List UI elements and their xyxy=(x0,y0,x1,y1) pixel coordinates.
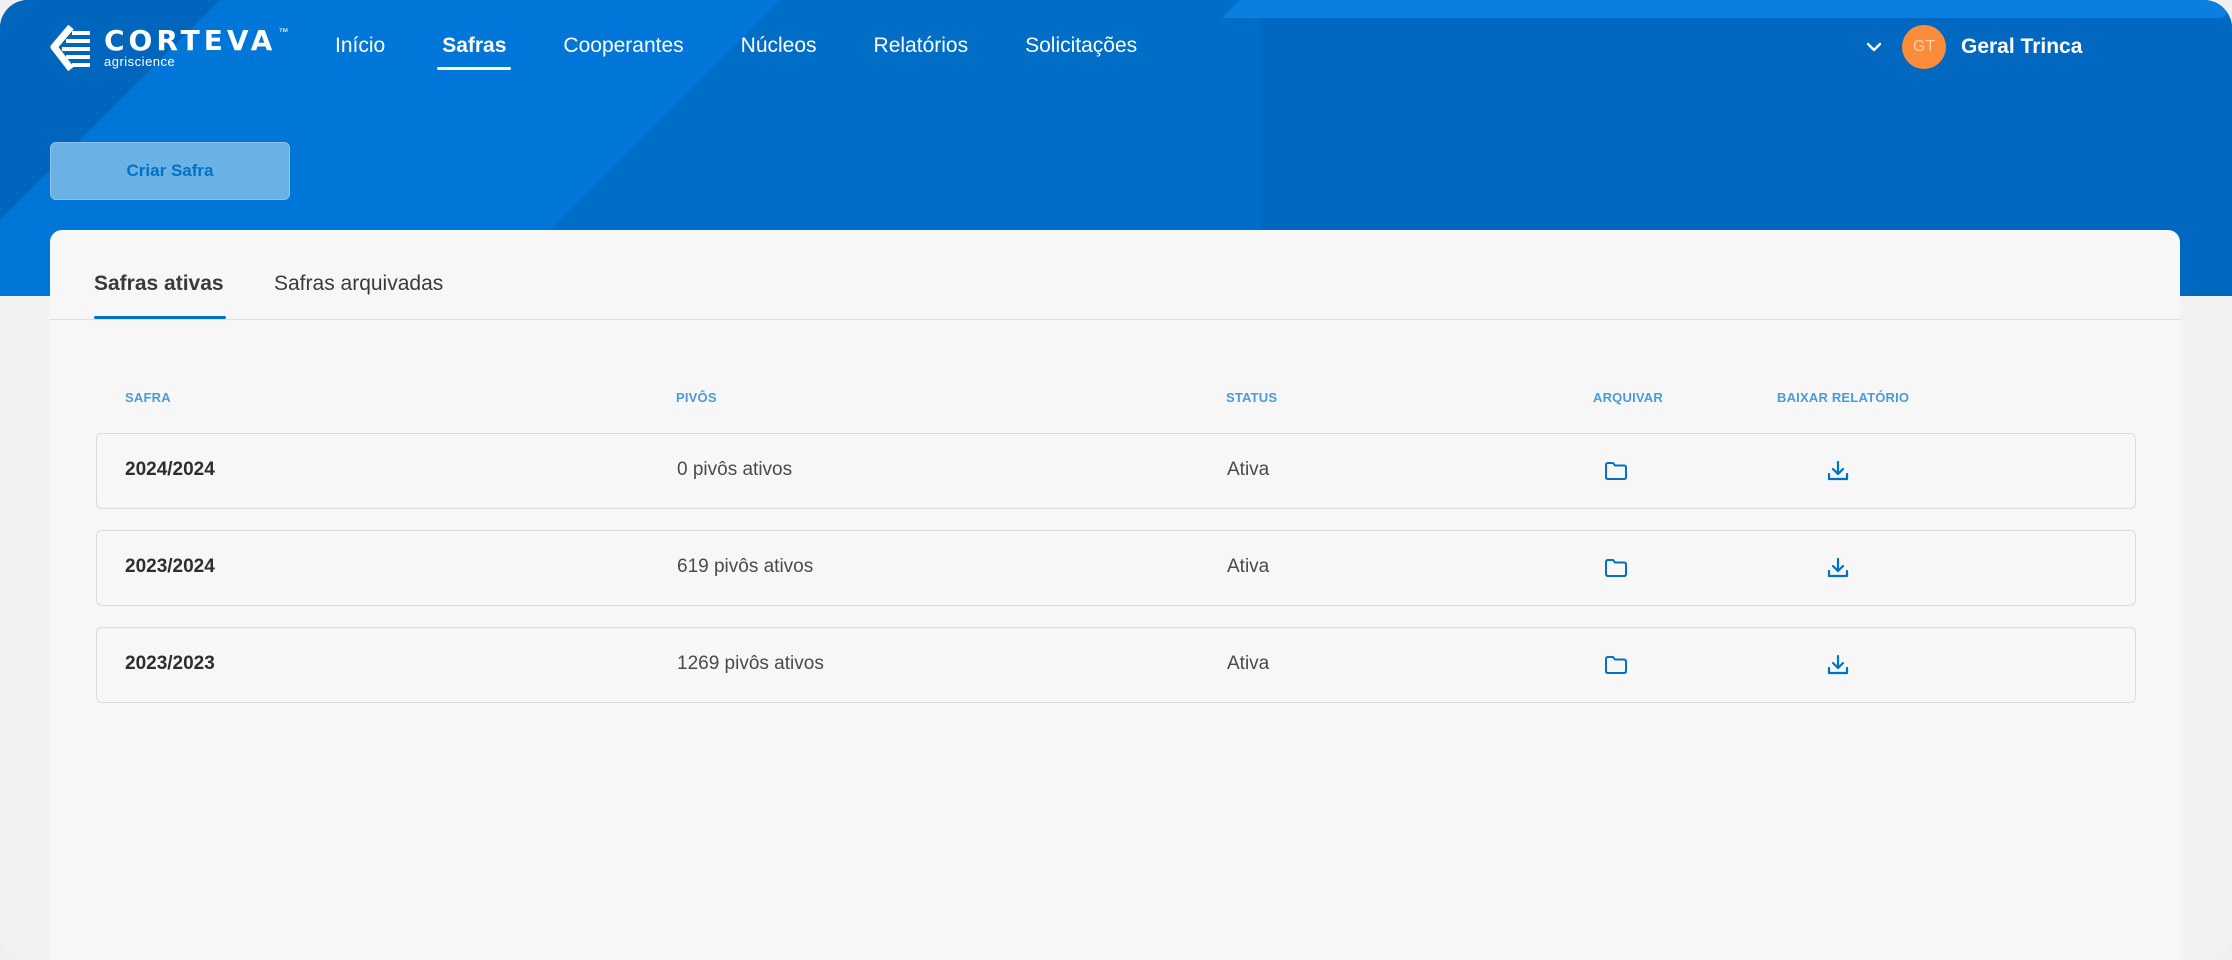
corteva-logo-mark-icon xyxy=(50,25,90,71)
tabs: Safras ativas Safras arquivadas xyxy=(50,230,2180,320)
column-header-pivos: PIVÔS xyxy=(676,390,717,405)
status-text: Ativa xyxy=(1227,459,1270,480)
safra-name: 2023/2024 xyxy=(125,556,215,577)
column-header-status: STATUS xyxy=(1226,390,1278,405)
folder-icon[interactable] xyxy=(1603,652,1629,678)
tab-safras-arquivadas[interactable]: Safras arquivadas xyxy=(274,272,443,296)
pivos-count: 619 pivôs ativos xyxy=(677,556,814,577)
status-text: Ativa xyxy=(1227,653,1270,674)
nav-item-safras[interactable]: Safras xyxy=(427,22,521,72)
table-row[interactable]: 2024/2024 0 pivôs ativos Ativa xyxy=(96,433,2136,509)
trademark-symbol: ™ xyxy=(278,27,289,38)
table-row[interactable]: 2023/2023 1269 pivôs ativos Ativa xyxy=(96,627,2136,703)
nav-item-nucleos[interactable]: Núcleos xyxy=(726,22,832,72)
nav-item-relatorios[interactable]: Relatórios xyxy=(859,22,984,72)
download-icon[interactable] xyxy=(1825,458,1851,484)
user-menu[interactable]: GT Geral Trinca xyxy=(1862,24,2082,70)
status-text: Ativa xyxy=(1227,556,1270,577)
download-icon[interactable] xyxy=(1825,555,1851,581)
safras-card: Safras ativas Safras arquivadas SAFRA PI… xyxy=(50,230,2180,960)
table-row[interactable]: 2023/2024 619 pivôs ativos Ativa xyxy=(96,530,2136,606)
pivos-count: 0 pivôs ativos xyxy=(677,459,793,480)
nav-item-solicitacoes[interactable]: Solicitações xyxy=(1010,22,1152,72)
column-header-baixar-relatorio: BAIXAR RELATÓRIO xyxy=(1777,390,1910,405)
main-nav: Início Safras Cooperantes Núcleos Relató… xyxy=(320,22,1179,72)
create-safra-button[interactable]: Criar Safra xyxy=(50,142,290,200)
brand-tagline: agriscience xyxy=(104,54,176,69)
page: CORTEVA ™ agriscience Início Safras Coop… xyxy=(0,0,2232,960)
column-header-arquivar: ARQUIVAR xyxy=(1593,390,1663,405)
nav-item-cooperantes[interactable]: Cooperantes xyxy=(548,22,698,72)
user-name[interactable]: Geral Trinca xyxy=(1961,35,2082,59)
safra-name: 2023/2023 xyxy=(125,653,215,674)
download-icon[interactable] xyxy=(1825,652,1851,678)
chevron-down-icon[interactable] xyxy=(1862,35,1886,59)
active-tab-indicator xyxy=(94,316,226,319)
safra-name: 2024/2024 xyxy=(125,459,215,480)
folder-icon[interactable] xyxy=(1603,555,1629,581)
brand-name: CORTEVA xyxy=(104,24,277,57)
tab-safras-ativas[interactable]: Safras ativas xyxy=(94,272,224,296)
pivos-count: 1269 pivôs ativos xyxy=(677,653,824,674)
nav-item-inicio[interactable]: Início xyxy=(320,22,400,72)
table-header: SAFRA PIVÔS STATUS ARQUIVAR BAIXAR RELAT… xyxy=(50,390,2180,410)
avatar[interactable]: GT xyxy=(1902,25,1946,69)
column-header-safra: SAFRA xyxy=(125,390,171,405)
corteva-logo[interactable]: CORTEVA ™ agriscience xyxy=(48,24,288,72)
folder-icon[interactable] xyxy=(1603,458,1629,484)
